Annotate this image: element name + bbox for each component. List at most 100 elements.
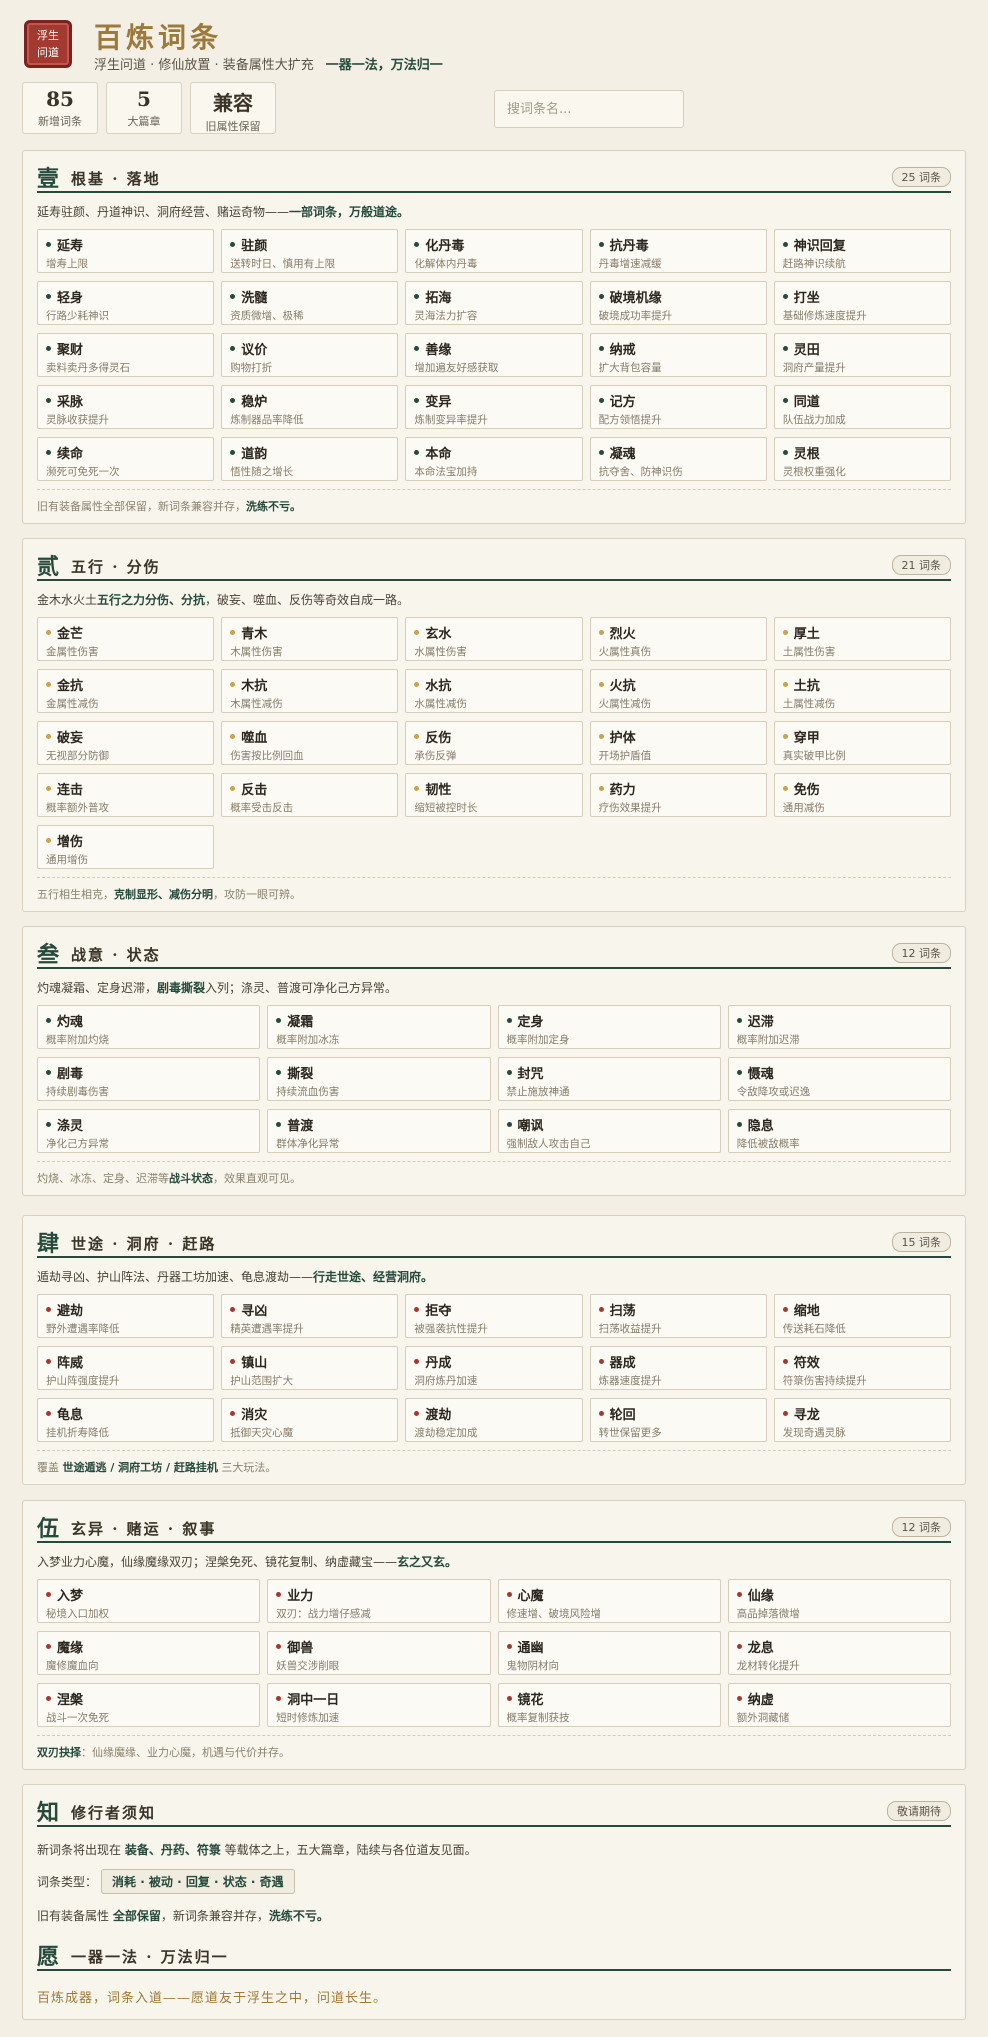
bullet-icon bbox=[46, 1592, 51, 1597]
entry-card[interactable]: 噬血 伤害按比例回血 bbox=[221, 721, 399, 765]
entry-card[interactable]: 隐息 降低被敌概率 bbox=[727, 1109, 951, 1153]
entry-card[interactable]: 龙息 龙材转化提升 bbox=[727, 1631, 951, 1675]
bullet-icon bbox=[598, 346, 604, 351]
entry-card[interactable]: 阵威 护山阵强度提升 bbox=[37, 1346, 215, 1390]
entry-card[interactable]: 神识回复 赶路神识续航 bbox=[773, 229, 951, 273]
entry-card[interactable]: 符效 符箓伤害持续提升 bbox=[773, 1346, 951, 1390]
entry-name: 隐息 bbox=[736, 1115, 942, 1134]
entry-card[interactable]: 同道 队伍战力加成 bbox=[773, 385, 951, 429]
entry-card[interactable]: 灼魂 概率附加灼烧 bbox=[37, 1005, 261, 1049]
entry-card[interactable]: 撕裂 持续流血伤害 bbox=[267, 1057, 491, 1101]
entry-card[interactable]: 免伤 通用减伤 bbox=[773, 773, 951, 817]
entry-card[interactable]: 连击 概率额外普攻 bbox=[37, 773, 215, 817]
entry-card[interactable]: 封咒 禁止施放神通 bbox=[497, 1057, 721, 1101]
entry-card[interactable]: 烈火 火属性真伤 bbox=[589, 617, 767, 661]
entry-card[interactable]: 御兽 妖兽交涉削眼 bbox=[267, 1631, 491, 1675]
entry-card[interactable]: 仙缘 高品掉落微增 bbox=[727, 1579, 951, 1623]
entry-card[interactable]: 灵田 洞府产量提升 bbox=[773, 333, 951, 377]
entry-card[interactable]: 韧性 缩短被控时长 bbox=[405, 773, 583, 817]
entry-card[interactable]: 打坐 基础修炼速度提升 bbox=[773, 281, 951, 325]
bullet-icon bbox=[230, 242, 236, 247]
entry-card[interactable]: 定身 概率附加定身 bbox=[497, 1005, 721, 1049]
entry-name: 符效 bbox=[782, 1352, 942, 1371]
entry-card[interactable]: 火抗 火属性减伤 bbox=[589, 669, 767, 713]
bullet-icon bbox=[46, 682, 51, 687]
entry-card[interactable]: 镇山 护山范围扩大 bbox=[221, 1346, 399, 1390]
entry-card[interactable]: 洞中一日 短时修炼加速 bbox=[267, 1683, 491, 1727]
entry-card[interactable]: 玄水 水属性伤害 bbox=[405, 617, 583, 661]
entry-card[interactable]: 驻颜 送转时日、慎用有上限 bbox=[221, 229, 399, 273]
entry-card[interactable]: 破境机缘 破境成功率提升 bbox=[589, 281, 767, 325]
entry-card[interactable]: 嘲讽 强制敌人攻击自己 bbox=[497, 1109, 721, 1153]
entry-card[interactable]: 变异 炼制变异率提升 bbox=[405, 385, 583, 429]
entry-card[interactable]: 涅槃 战斗一次免死 bbox=[37, 1683, 261, 1727]
entry-card[interactable]: 化丹毒 化解体内丹毒 bbox=[405, 229, 583, 273]
entry-card[interactable]: 入梦 秘境入口加权 bbox=[37, 1579, 261, 1623]
entry-card[interactable]: 魔缘 魔修魔血向 bbox=[37, 1631, 261, 1675]
entry-card[interactable]: 记方 配方领悟提升 bbox=[589, 385, 767, 429]
entry-card[interactable]: 通幽 鬼物阴材向 bbox=[497, 1631, 721, 1675]
entry-card[interactable]: 丹成 洞府炼丹加速 bbox=[405, 1346, 583, 1390]
entry-card[interactable]: 增伤 通用增伤 bbox=[37, 825, 215, 869]
entry-card[interactable]: 慑魂 令敌降攻或迟逸 bbox=[727, 1057, 951, 1101]
entry-card[interactable]: 青木 木属性伤害 bbox=[221, 617, 399, 661]
entry-card[interactable]: 金抗 金属性减伤 bbox=[37, 669, 215, 713]
entry-card[interactable]: 金芒 金属性伤害 bbox=[37, 617, 215, 661]
entry-card[interactable]: 道韵 悟性随之增长 bbox=[221, 437, 399, 481]
entry-card[interactable]: 护体 开场护盾值 bbox=[589, 721, 767, 765]
entry-name: 洗髓 bbox=[230, 287, 389, 306]
entry-card[interactable]: 反伤 承伤反弹 bbox=[405, 721, 583, 765]
entry-card[interactable]: 水抗 水属性减伤 bbox=[405, 669, 583, 713]
entry-card[interactable]: 木抗 木属性减伤 bbox=[221, 669, 399, 713]
entry-card[interactable]: 迟滞 概率附加迟滞 bbox=[727, 1005, 951, 1049]
entry-card[interactable]: 心魔 修速增、破境风险增 bbox=[497, 1579, 721, 1623]
entry-card[interactable]: 渡劫 渡劫稳定加成 bbox=[405, 1398, 583, 1442]
entry-card[interactable]: 灵根 灵根权重强化 bbox=[773, 437, 951, 481]
entry-card[interactable]: 延寿 增寿上限 bbox=[37, 229, 215, 273]
entry-card[interactable]: 拒夺 被强袭抗性提升 bbox=[405, 1294, 583, 1338]
entry-card[interactable]: 议价 购物打折 bbox=[221, 333, 399, 377]
bullet-icon bbox=[736, 1070, 742, 1075]
entry-card[interactable]: 避劫 野外遭遇率降低 bbox=[37, 1294, 215, 1338]
entry-card[interactable]: 穿甲 真实破甲比例 bbox=[773, 721, 951, 765]
entry-card[interactable]: 抗丹毒 丹毒增速减缓 bbox=[589, 229, 767, 273]
entry-card[interactable]: 拓海 灵海法力扩容 bbox=[405, 281, 583, 325]
entry-card[interactable]: 厚土 土属性伤害 bbox=[773, 617, 951, 661]
entry-card[interactable]: 破妄 无视部分防御 bbox=[37, 721, 215, 765]
entry-card[interactable]: 轮回 转世保留更多 bbox=[589, 1398, 767, 1442]
entry-card[interactable]: 器成 炼器速度提升 bbox=[589, 1346, 767, 1390]
entry-card[interactable]: 消灾 抵御天灾心魔 bbox=[221, 1398, 399, 1442]
entry-card[interactable]: 善缘 增加遍友好感获取 bbox=[405, 333, 583, 377]
entry-card[interactable]: 本命 本命法宝加持 bbox=[405, 437, 583, 481]
entry-card[interactable]: 续命 濒死可免死一次 bbox=[37, 437, 215, 481]
entry-card[interactable]: 采脉 灵脉收获提升 bbox=[37, 385, 215, 429]
entry-card[interactable]: 洗髓 资质微增、极稀 bbox=[221, 281, 399, 325]
entry-card[interactable]: 业力 双刃：战力增仔感减 bbox=[267, 1579, 491, 1623]
search-input[interactable] bbox=[494, 90, 684, 128]
bullet-icon bbox=[276, 1070, 282, 1075]
entry-name: 青木 bbox=[230, 623, 389, 642]
entry-name: 木抗 bbox=[230, 675, 389, 694]
entry-card[interactable]: 寻凶 精英遭遇率提升 bbox=[221, 1294, 399, 1338]
entry-card[interactable]: 反击 概率受击反击 bbox=[221, 773, 399, 817]
entry-card[interactable]: 土抗 土属性减伤 bbox=[773, 669, 951, 713]
entry-card[interactable]: 药力 疗伤效果提升 bbox=[589, 773, 767, 817]
entry-card[interactable]: 涤灵 净化己方异常 bbox=[37, 1109, 261, 1153]
entry-card[interactable]: 普渡 群体净化异常 bbox=[267, 1109, 491, 1153]
entry-card[interactable]: 寻龙 发现奇遇灵脉 bbox=[773, 1398, 951, 1442]
entry-card[interactable]: 纳戒 扩大背包容量 bbox=[589, 333, 767, 377]
entry-card[interactable]: 扫荡 扫荡收益提升 bbox=[589, 1294, 767, 1338]
bullet-icon bbox=[782, 1359, 788, 1364]
entry-card[interactable]: 龟息 挂机折寿降低 bbox=[37, 1398, 215, 1442]
entry-card[interactable]: 镜花 概率复制获技 bbox=[497, 1683, 721, 1727]
entry-card[interactable]: 轻身 行路少耗神识 bbox=[37, 281, 215, 325]
entry-card[interactable]: 凝魂 抗夺舍、防神识伤 bbox=[589, 437, 767, 481]
entry-card[interactable]: 剧毒 持续剧毒伤害 bbox=[37, 1057, 261, 1101]
entry-card[interactable]: 纳虚 额外洞藏储 bbox=[727, 1683, 951, 1727]
entry-card[interactable]: 缩地 传送耗石降低 bbox=[773, 1294, 951, 1338]
entry-card[interactable]: 凝霜 概率附加冰冻 bbox=[267, 1005, 491, 1049]
entry-card[interactable]: 聚财 卖料卖丹多得灵石 bbox=[37, 333, 215, 377]
bullet-icon bbox=[506, 1696, 512, 1701]
entry-card[interactable]: 稳炉 炼制器品率降低 bbox=[221, 385, 399, 429]
entry-name: 穿甲 bbox=[782, 727, 942, 746]
